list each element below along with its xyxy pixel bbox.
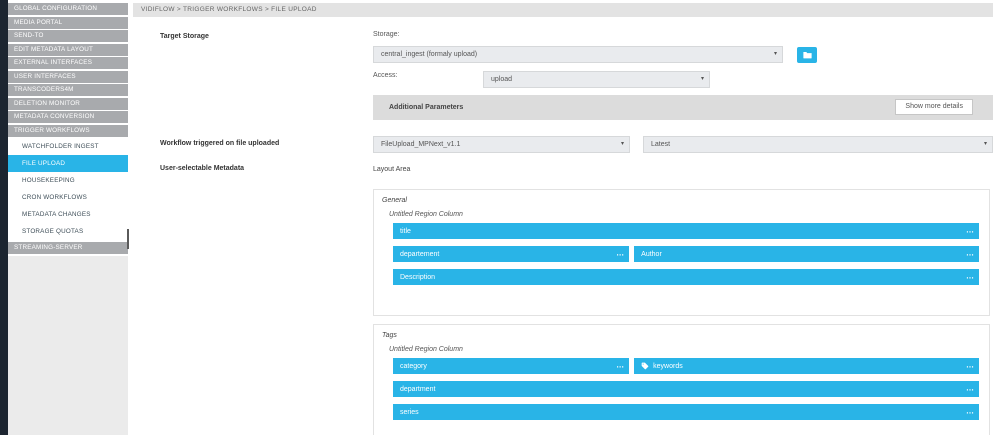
metadata-field-label: keywords bbox=[653, 363, 683, 370]
more-handle-icon[interactable]: … bbox=[966, 249, 973, 258]
metadata-field-series[interactable]: series … bbox=[393, 404, 979, 420]
sidebar-item-transcoders4m[interactable]: TRANSCODERS4M bbox=[8, 84, 128, 96]
chevron-down-icon: ▾ bbox=[984, 137, 987, 152]
sidebar-item-trigger-workflows[interactable]: TRIGGER WORKFLOWS bbox=[8, 125, 128, 137]
metadata-field-label: Author bbox=[641, 251, 662, 258]
sidebar-item-cron-workflows[interactable]: CRON WORKFLOWS bbox=[8, 189, 128, 206]
metadata-field-label: title bbox=[400, 228, 411, 235]
more-handle-icon[interactable]: … bbox=[616, 361, 623, 370]
sidebar-bottom-nav: STREAMING-SERVER bbox=[8, 242, 128, 256]
window-left-edge bbox=[0, 0, 8, 435]
additional-parameters-bar: Additional Parameters Show more details bbox=[373, 95, 993, 120]
sidebar-item-streaming-server[interactable]: STREAMING-SERVER bbox=[8, 242, 128, 254]
more-handle-icon[interactable]: … bbox=[966, 272, 973, 281]
metadata-field-label: department bbox=[400, 386, 435, 393]
sidebar-item-deletion-monitor[interactable]: DELETION MONITOR bbox=[8, 98, 128, 110]
sidebar-trigger-workflows-subnav: WATCHFOLDER INGEST FILE UPLOAD HOUSEKEEP… bbox=[8, 138, 128, 240]
chevron-down-icon: ▾ bbox=[621, 137, 624, 152]
access-select-value: upload bbox=[491, 76, 512, 83]
metadata-field-author[interactable]: Author … bbox=[634, 246, 979, 262]
sidebar-item-user-interfaces[interactable]: USER INTERFACES bbox=[8, 71, 128, 83]
metadata-field-label: category bbox=[400, 363, 427, 370]
metadata-field-department[interactable]: department … bbox=[393, 381, 979, 397]
metadata-fields-area: category … keywords … department … serie… bbox=[393, 358, 979, 420]
show-more-details-button[interactable]: Show more details bbox=[895, 99, 973, 115]
sidebar-item-external-interfaces[interactable]: EXTERNAL INTERFACES bbox=[8, 57, 128, 69]
more-handle-icon[interactable]: … bbox=[616, 249, 623, 258]
breadcrumb: VIDIFLOW > TRIGGER WORKFLOWS > FILE UPLO… bbox=[133, 3, 993, 17]
sidebar-item-global-configuration[interactable]: GLOBAL CONFIGURATION bbox=[8, 3, 128, 15]
folder-icon bbox=[803, 46, 812, 64]
sidebar: GLOBAL CONFIGURATION MEDIA PORTAL SEND-T… bbox=[8, 0, 128, 435]
metadata-field-keywords[interactable]: keywords … bbox=[634, 358, 979, 374]
sidebar-empty-area bbox=[8, 256, 128, 435]
storage-select-value: central_ingest (formaly upload) bbox=[381, 51, 477, 58]
chevron-down-icon: ▾ bbox=[774, 47, 777, 62]
metadata-fields-area: title … departement … Author … Descripti… bbox=[393, 223, 979, 285]
metadata-field-title[interactable]: title … bbox=[393, 223, 979, 239]
workflow-select[interactable]: FileUpload_MPNext_v1.1 ▾ bbox=[373, 136, 630, 153]
region-column-label: Untitled Region Column bbox=[389, 346, 981, 353]
workflow-version-value: Latest bbox=[651, 141, 670, 148]
sidebar-scrollbar-thumb[interactable] bbox=[127, 229, 129, 249]
panel-title: Tags bbox=[382, 332, 981, 339]
vidiflow-config-window: GLOBAL CONFIGURATION MEDIA PORTAL SEND-T… bbox=[0, 0, 1000, 435]
metadata-field-departement[interactable]: departement … bbox=[393, 246, 629, 262]
more-handle-icon[interactable]: … bbox=[966, 226, 973, 235]
layout-area-label: Layout Area bbox=[373, 166, 410, 173]
more-handle-icon[interactable]: … bbox=[966, 361, 973, 370]
sidebar-item-watchfolder-ingest[interactable]: WATCHFOLDER INGEST bbox=[8, 138, 128, 155]
user-selectable-metadata-label: User-selectable Metadata bbox=[160, 165, 244, 172]
sidebar-item-housekeeping[interactable]: HOUSEKEEPING bbox=[8, 172, 128, 189]
sidebar-item-send-to[interactable]: SEND-TO bbox=[8, 30, 128, 42]
workflow-triggered-label: Workflow triggered on file uploaded bbox=[160, 140, 279, 147]
metadata-field-label: Description bbox=[400, 274, 435, 281]
metadata-panel-tags: Tags Untitled Region Column category … k… bbox=[373, 324, 990, 435]
workflow-version-select[interactable]: Latest ▾ bbox=[643, 136, 993, 153]
metadata-field-description[interactable]: Description … bbox=[393, 269, 979, 285]
metadata-field-category[interactable]: category … bbox=[393, 358, 629, 374]
sidebar-item-metadata-conversion[interactable]: METADATA CONVERSION bbox=[8, 111, 128, 123]
target-storage-label: Target Storage bbox=[160, 33, 209, 40]
sidebar-item-metadata-changes[interactable]: METADATA CHANGES bbox=[8, 206, 128, 223]
metadata-field-label: series bbox=[400, 409, 419, 416]
sidebar-item-edit-metadata-layout[interactable]: EDIT METADATA LAYOUT bbox=[8, 44, 128, 56]
more-handle-icon[interactable]: … bbox=[966, 407, 973, 416]
access-label: Access: bbox=[373, 72, 398, 79]
access-select[interactable]: upload ▾ bbox=[483, 71, 710, 88]
panel-title: General bbox=[382, 197, 981, 204]
sidebar-item-file-upload[interactable]: FILE UPLOAD bbox=[8, 155, 128, 172]
sidebar-item-storage-quotas[interactable]: STORAGE QUOTAS bbox=[8, 223, 128, 240]
sidebar-top-nav: GLOBAL CONFIGURATION MEDIA PORTAL SEND-T… bbox=[8, 3, 128, 138]
browse-storage-button[interactable] bbox=[797, 47, 817, 63]
storage-label: Storage: bbox=[373, 31, 399, 38]
chevron-down-icon: ▾ bbox=[701, 72, 704, 87]
workflow-select-value: FileUpload_MPNext_v1.1 bbox=[381, 141, 460, 148]
tag-icon bbox=[641, 362, 649, 370]
region-column-label: Untitled Region Column bbox=[389, 211, 981, 218]
metadata-field-label: departement bbox=[400, 251, 439, 258]
additional-parameters-label: Additional Parameters bbox=[389, 95, 463, 120]
more-handle-icon[interactable]: … bbox=[966, 384, 973, 393]
sidebar-item-media-portal[interactable]: MEDIA PORTAL bbox=[8, 17, 128, 29]
storage-select[interactable]: central_ingest (formaly upload) ▾ bbox=[373, 46, 783, 63]
metadata-panel-general: General Untitled Region Column title … d… bbox=[373, 189, 990, 316]
